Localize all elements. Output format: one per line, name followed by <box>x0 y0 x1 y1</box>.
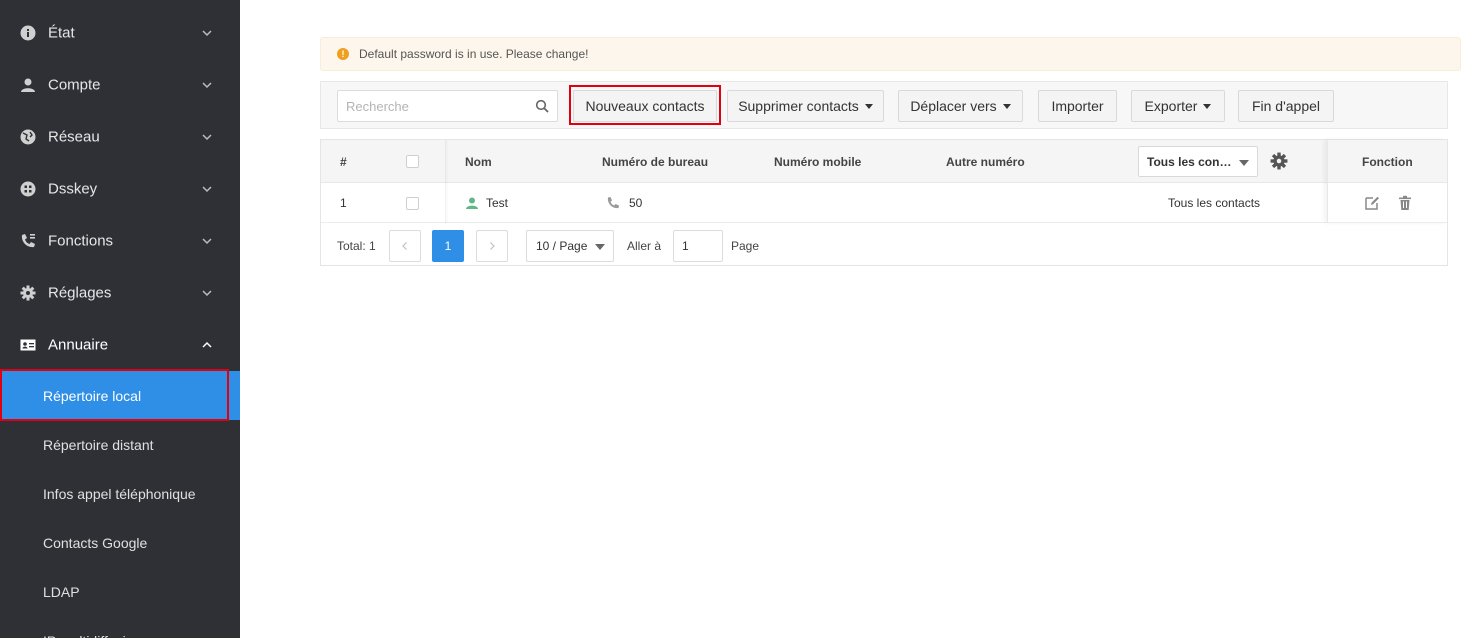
alert-text: Default password is in use. Please chang… <box>359 47 589 61</box>
import-label: Importer <box>1051 98 1104 114</box>
chevron-down-icon <box>202 30 212 37</box>
delete-contacts-label: Supprimer contacts <box>738 98 859 114</box>
chevron-left-icon <box>402 242 407 250</box>
phone-settings-icon <box>20 233 36 249</box>
export-button[interactable]: Exporter <box>1131 90 1225 122</box>
group-filter-select[interactable]: Tous les con… <box>1138 146 1258 177</box>
info-icon <box>20 25 36 41</box>
caret-down-icon <box>1239 160 1249 166</box>
next-page-button[interactable] <box>476 230 508 262</box>
delete-contacts-button[interactable]: Supprimer contacts <box>727 90 884 122</box>
nav-compte[interactable]: Compte <box>0 59 240 111</box>
chevron-down-icon <box>202 186 212 193</box>
nav-reseau-label: Réseau <box>48 128 100 146</box>
search-box <box>337 90 558 122</box>
nav-dsskey[interactable]: Dsskey <box>0 163 240 215</box>
chevron-down-icon <box>202 238 212 245</box>
sidebar-item-ip-multidiffusion[interactable]: IP multidiffusion <box>0 616 240 638</box>
table-row: 1 Test 50 Tous les contacts <box>321 183 1447 223</box>
sidebar-item-ldap[interactable]: LDAP <box>0 567 240 616</box>
goto-page-input[interactable] <box>673 230 723 262</box>
warning-icon: ! <box>337 48 349 60</box>
phone-icon[interactable] <box>606 196 620 210</box>
pagination: Total: 1 1 10 / Page Aller à Page <box>321 224 1447 266</box>
select-all-checkbox[interactable] <box>406 140 419 183</box>
search-input[interactable] <box>338 91 528 121</box>
move-to-label: Déplacer vers <box>910 98 997 114</box>
caret-down-icon <box>1203 103 1212 109</box>
end-call-button[interactable]: Fin d'appel <box>1238 90 1334 122</box>
sidebar-item-contacts-google[interactable]: Contacts Google <box>0 518 240 567</box>
new-contacts-label: Nouveaux contacts <box>585 98 705 114</box>
nav-annuaire[interactable]: Annuaire <box>0 319 240 371</box>
row-name-cell: Test <box>465 183 508 223</box>
total-count: Total: 1 <box>337 239 376 253</box>
chevron-down-icon <box>202 290 212 297</box>
gear-icon <box>20 285 36 301</box>
sidebar: État Compte Réseau Dsskey Fonctions Régl… <box>0 0 240 638</box>
end-call-label: Fin d'appel <box>1251 98 1321 114</box>
column-shadow <box>445 140 448 223</box>
chevron-down-icon <box>202 82 212 89</box>
col-name-header: Nom <box>465 154 492 169</box>
import-button[interactable]: Importer <box>1038 90 1117 122</box>
page-size-select[interactable]: 10 / Page <box>526 230 614 262</box>
contacts-table: # Nom Numéro de bureau Numéro mobile Aut… <box>320 139 1448 266</box>
chevron-up-icon <box>202 341 212 348</box>
table-header: # Nom Numéro de bureau Numéro mobile Aut… <box>321 140 1447 183</box>
sidebar-item-infos-appel[interactable]: Infos appel téléphonique <box>0 469 240 518</box>
caret-down-icon <box>864 103 873 109</box>
nav-dsskey-label: Dsskey <box>48 180 98 198</box>
nav-compte-label: Compte <box>48 76 101 94</box>
nav-etat-label: État <box>48 24 75 42</box>
contact-person-icon <box>466 197 478 209</box>
sidebar-item-repertoire-local[interactable]: Répertoire local <box>0 371 240 420</box>
column-settings-gear-icon[interactable] <box>1270 152 1288 170</box>
chevron-right-icon <box>490 242 495 250</box>
export-label: Exporter <box>1144 98 1198 114</box>
new-contacts-button[interactable]: Nouveaux contacts <box>573 90 717 122</box>
page-suffix-label: Page <box>731 239 760 253</box>
grid-icon <box>20 181 36 197</box>
nav-fonctions[interactable]: Fonctions <box>0 215 240 267</box>
page-button-current[interactable]: 1 <box>432 230 464 262</box>
move-to-button[interactable]: Déplacer vers <box>898 90 1023 122</box>
row-index: 1 <box>340 196 347 210</box>
toolbar: Nouveaux contacts Supprimer contacts Dép… <box>320 81 1448 129</box>
nav-reseau[interactable]: Réseau <box>0 111 240 163</box>
sidebar-item-repertoire-distant[interactable]: Répertoire distant <box>0 420 240 469</box>
col-other-number-header: Autre numéro <box>946 154 1025 169</box>
caret-down-icon <box>595 244 605 250</box>
nav-annuaire-label: Annuaire <box>48 336 109 354</box>
checkbox[interactable] <box>406 196 419 210</box>
row-office-number: 50 <box>629 196 643 210</box>
group-filter-value: Tous les con… <box>1147 154 1232 169</box>
password-alert: ! Default password is in use. Please cha… <box>320 37 1461 71</box>
nav-fonctions-label: Fonctions <box>48 232 114 250</box>
col-mobile-number-header: Numéro mobile <box>774 154 862 169</box>
nav-etat[interactable]: État <box>0 7 240 59</box>
row-group: Tous les contacts <box>1168 196 1261 210</box>
nav-reglages[interactable]: Réglages <box>0 267 240 319</box>
search-icon[interactable] <box>535 99 549 113</box>
chevron-down-icon <box>202 134 212 141</box>
row-name: Test <box>486 196 509 210</box>
prev-page-button[interactable] <box>389 230 421 262</box>
fixed-function-column <box>1327 140 1447 223</box>
col-index-header: # <box>340 154 347 169</box>
caret-down-icon <box>1002 103 1011 109</box>
col-office-number-header: Numéro de bureau <box>602 154 709 169</box>
globe-icon <box>20 129 36 145</box>
row-select[interactable] <box>406 183 419 223</box>
nav-reglages-label: Réglages <box>48 284 112 302</box>
contact-card-icon <box>20 337 36 353</box>
goto-label: Aller à <box>627 239 662 253</box>
page-size-value: 10 / Page <box>536 239 588 253</box>
user-icon <box>20 77 36 93</box>
row-office-number-cell: 50 <box>606 183 642 223</box>
checkbox[interactable] <box>406 155 419 168</box>
